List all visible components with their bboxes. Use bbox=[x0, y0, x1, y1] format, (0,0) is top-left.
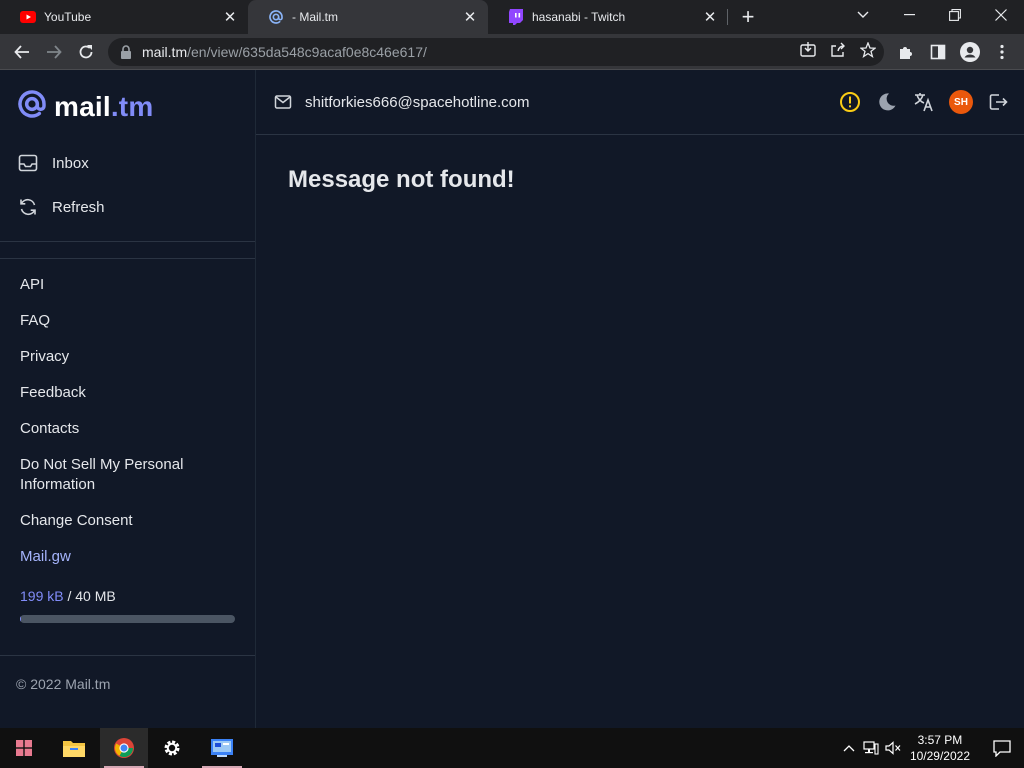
share-icon[interactable] bbox=[830, 42, 846, 63]
windows-logo-icon bbox=[16, 740, 32, 756]
reload-button[interactable] bbox=[72, 38, 100, 66]
tab-title: hasanabi - Twitch bbox=[532, 10, 626, 24]
logout-icon[interactable] bbox=[986, 90, 1010, 114]
tab-title: - Mail.tm bbox=[292, 10, 338, 24]
close-tab-icon[interactable]: ✕ bbox=[462, 9, 478, 25]
sidebar-item-refresh[interactable]: Refresh bbox=[18, 197, 105, 217]
message-not-found-heading: Message not found! bbox=[288, 166, 515, 193]
alert-circle-icon[interactable] bbox=[838, 90, 862, 114]
windows-taskbar: 3:57 PM 10/29/2022 bbox=[0, 728, 1024, 768]
logo-text: mail.tm bbox=[54, 91, 153, 123]
start-button[interactable] bbox=[0, 728, 48, 768]
volume-muted-icon[interactable] bbox=[882, 741, 904, 755]
settings-taskbar-button[interactable] bbox=[148, 728, 196, 768]
mailtm-at-icon bbox=[268, 9, 284, 25]
sidebar-divider bbox=[0, 655, 255, 656]
control-panel-taskbar-button[interactable] bbox=[198, 728, 246, 768]
profile-icon[interactable] bbox=[956, 38, 984, 66]
browser-menu-icon[interactable] bbox=[988, 38, 1016, 66]
chrome-taskbar-button[interactable] bbox=[100, 728, 148, 768]
folder-icon bbox=[63, 741, 85, 757]
tab-twitch[interactable]: hasanabi - Twitch ✕ bbox=[488, 0, 728, 34]
twitch-icon bbox=[508, 9, 524, 25]
sidebar-divider bbox=[0, 258, 255, 259]
main-content: shitforkies666@spacehotline.com SH Messa… bbox=[256, 70, 1024, 728]
translate-icon[interactable] bbox=[912, 90, 936, 114]
bookmark-star-icon[interactable] bbox=[859, 40, 877, 63]
link-do-not-sell[interactable]: Do Not Sell My Personal Information bbox=[20, 455, 240, 495]
restore-button[interactable] bbox=[932, 0, 978, 30]
system-tray: 3:57 PM 10/29/2022 bbox=[838, 728, 1024, 768]
show-hidden-icons-chevron-icon[interactable] bbox=[838, 744, 860, 752]
sidebar-item-inbox[interactable]: Inbox bbox=[18, 153, 89, 173]
gear-icon bbox=[164, 740, 180, 756]
storage-quota: 199 kB / 40 MB bbox=[20, 588, 116, 604]
clock-date: 10/29/2022 bbox=[909, 749, 970, 763]
quota-total: / 40 MB bbox=[67, 588, 116, 604]
file-explorer-taskbar-button[interactable] bbox=[50, 728, 98, 768]
account-email-box[interactable]: shitforkies666@spacehotline.com bbox=[274, 93, 530, 111]
envelope-icon bbox=[274, 93, 292, 111]
url-path: /en/view/635da548c9acaf0e8c46e617/ bbox=[187, 44, 427, 60]
avatar-initials: SH bbox=[949, 90, 973, 114]
forward-button[interactable] bbox=[40, 38, 68, 66]
close-tab-icon[interactable]: ✕ bbox=[702, 9, 718, 25]
notifications-icon[interactable] bbox=[980, 728, 1024, 768]
link-api[interactable]: API bbox=[20, 275, 240, 295]
mailtm-logo[interactable]: mail.tm bbox=[16, 88, 153, 125]
quota-used: 199 kB bbox=[20, 588, 64, 604]
url-text: mail.tm/en/view/635da548c9acaf0e8c46e617… bbox=[142, 44, 427, 60]
inbox-icon bbox=[18, 153, 38, 173]
side-panel-icon[interactable] bbox=[924, 38, 952, 66]
link-contacts[interactable]: Contacts bbox=[20, 419, 240, 439]
tab-search-chevron-icon[interactable] bbox=[840, 0, 886, 30]
browser-toolbar: mail.tm/en/view/635da548c9acaf0e8c46e617… bbox=[0, 34, 1024, 70]
browser-tab-strip: YouTube ✕ - Mail.tm ✕ hasanabi - Twitch … bbox=[0, 0, 1024, 34]
chrome-icon bbox=[114, 738, 134, 758]
sidebar: mail.tm Inbox Refresh API FAQ Privacy Fe… bbox=[0, 70, 256, 728]
account-header: shitforkies666@spacehotline.com SH bbox=[256, 70, 1024, 135]
dark-mode-moon-icon[interactable] bbox=[875, 90, 899, 114]
lock-icon bbox=[120, 45, 132, 59]
link-change-consent[interactable]: Change Consent bbox=[20, 511, 240, 531]
quota-progress-fill bbox=[20, 615, 22, 623]
address-bar[interactable]: mail.tm/en/view/635da548c9acaf0e8c46e617… bbox=[108, 38, 884, 66]
new-tab-button[interactable]: + bbox=[736, 5, 760, 29]
tab-mailtm[interactable]: - Mail.tm ✕ bbox=[248, 0, 488, 34]
url-host: mail.tm bbox=[142, 44, 188, 60]
sidebar-item-label: Inbox bbox=[52, 154, 89, 172]
account-email: shitforkies666@spacehotline.com bbox=[305, 93, 530, 111]
taskbar-clock[interactable]: 3:57 PM 10/29/2022 bbox=[910, 732, 970, 764]
link-faq[interactable]: FAQ bbox=[20, 311, 240, 331]
control-panel-icon bbox=[211, 739, 233, 757]
quota-progress-bar bbox=[20, 615, 235, 623]
network-icon[interactable] bbox=[860, 741, 882, 755]
link-mail-gw[interactable]: Mail.gw bbox=[20, 547, 240, 567]
close-window-button[interactable] bbox=[978, 0, 1024, 30]
copyright: © 2022 Mail.tm bbox=[16, 676, 111, 692]
install-app-icon[interactable] bbox=[800, 41, 816, 63]
sidebar-divider bbox=[0, 241, 255, 242]
user-avatar[interactable]: SH bbox=[949, 90, 973, 114]
tab-separator bbox=[727, 9, 728, 25]
link-privacy[interactable]: Privacy bbox=[20, 347, 240, 367]
tab-title: YouTube bbox=[44, 10, 92, 24]
clock-time: 3:57 PM bbox=[917, 733, 963, 747]
extensions-puzzle-icon[interactable] bbox=[892, 38, 920, 66]
tab-youtube[interactable]: YouTube ✕ bbox=[0, 0, 248, 34]
close-tab-icon[interactable]: ✕ bbox=[222, 9, 238, 25]
sidebar-item-label: Refresh bbox=[52, 198, 105, 216]
link-feedback[interactable]: Feedback bbox=[20, 383, 240, 403]
back-button[interactable] bbox=[8, 38, 36, 66]
minimize-button[interactable] bbox=[886, 0, 932, 30]
refresh-icon bbox=[18, 197, 38, 217]
logo-name: mail bbox=[54, 90, 111, 122]
logo-tld: .tm bbox=[110, 90, 154, 122]
youtube-icon bbox=[20, 9, 36, 25]
at-sign-logo-icon bbox=[16, 88, 48, 125]
